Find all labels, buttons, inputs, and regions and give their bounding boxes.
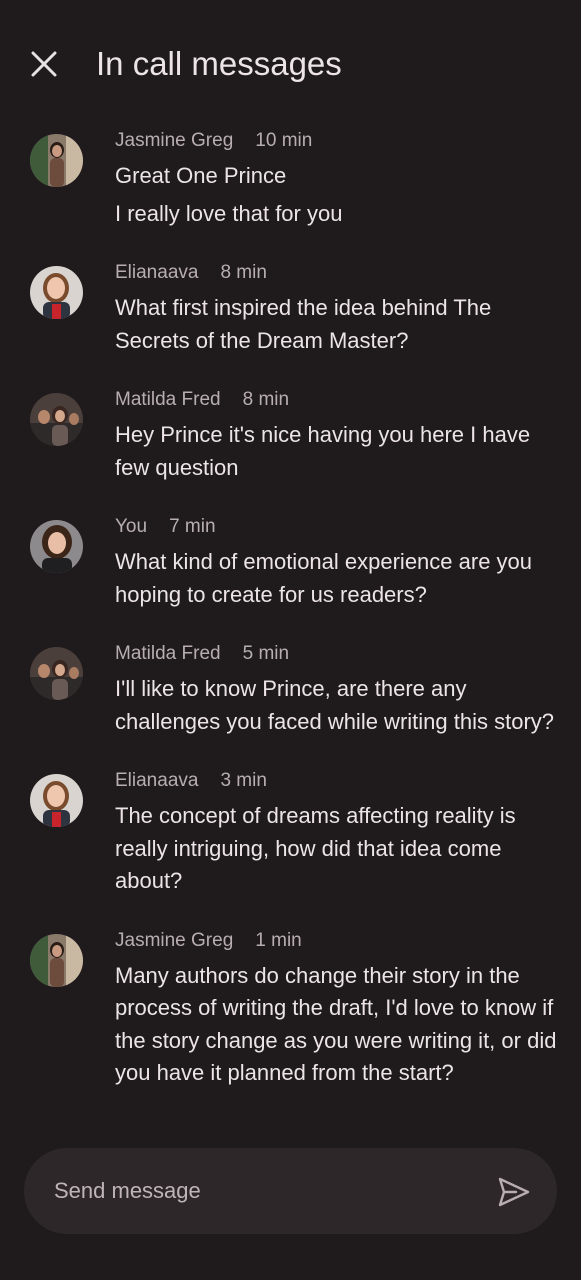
message-text: What first inspired the idea behind The …: [115, 295, 492, 353]
message-text: What kind of emotional experience are yo…: [115, 549, 533, 607]
message-time: 3 min: [220, 770, 267, 791]
avatar-jasmine-greg: [30, 134, 83, 187]
avatar-matilda-fred: [30, 393, 83, 446]
message-list[interactable]: Jasmine Greg 10 min Great One Prince I re…: [0, 128, 581, 1090]
message-item: Elianaava 8 min What first inspired the i…: [0, 260, 581, 357]
page-title: In call messages: [96, 45, 342, 82]
message-text: Great One Prince: [115, 163, 287, 188]
message-item: Jasmine Greg 1 min Many authors do change…: [0, 928, 581, 1090]
message-author: You: [115, 516, 148, 537]
message-meta: Jasmine Greg 10 min: [115, 128, 561, 154]
message-meta: Elianaava 3 min: [115, 768, 561, 794]
message-time: 5 min: [242, 643, 290, 664]
send-button[interactable]: [497, 1175, 531, 1209]
message-composer: [24, 1148, 557, 1234]
message-meta: Elianaava 8 min: [115, 260, 561, 286]
message-author: Matilda Fred: [115, 389, 221, 410]
message-meta: Matilda Fred 5 min: [115, 641, 561, 667]
message-time: 8 min: [220, 262, 267, 283]
avatar-elianaava: [30, 266, 83, 319]
message-item: Matilda Fred 8 min Hey Prince it's nice h…: [0, 387, 581, 484]
message-meta: Jasmine Greg 1 min: [115, 928, 561, 954]
message-text: Many authors do change their story in th…: [115, 962, 557, 1086]
message-text: Hey Prince it's nice having you here I h…: [115, 422, 531, 480]
close-button[interactable]: [24, 44, 64, 84]
message-item: Elianaava 3 min The concept of dreams aff…: [0, 768, 581, 898]
message-text: I really love that for you: [115, 200, 343, 226]
message-item: Jasmine Greg 10 min Great One Prince I re…: [0, 128, 581, 230]
message-item: Matilda Fred 5 min I'll like to know Prin…: [0, 641, 581, 738]
message-author: Elianaava: [115, 770, 199, 791]
message-text: The concept of dreams affecting reality …: [115, 803, 516, 893]
message-author: Jasmine Greg: [115, 929, 234, 951]
avatar-elianaava: [30, 774, 83, 827]
close-icon: [31, 51, 57, 77]
message-author: Jasmine Greg: [115, 130, 234, 151]
message-author: Elianaava: [115, 262, 199, 283]
avatar-matilda-fred: [30, 647, 83, 700]
message-time: 10 min: [255, 130, 313, 151]
message-time: 1 min: [255, 929, 302, 951]
send-icon: [498, 1177, 530, 1207]
message-meta: Matilda Fred 8 min: [115, 387, 561, 413]
header: In call messages: [0, 0, 581, 130]
message-time: 8 min: [242, 389, 290, 410]
send-message-input[interactable]: [54, 1148, 474, 1234]
avatar-you: [30, 520, 83, 573]
message-author: Matilda Fred: [115, 643, 221, 664]
message-item: You 7 min What kind of emotional experien…: [0, 514, 581, 611]
message-text: I'll like to know Prince, are there any …: [115, 676, 555, 734]
message-time: 7 min: [169, 516, 216, 537]
message-meta: You 7 min: [115, 514, 561, 540]
avatar-jasmine-greg: [30, 933, 83, 987]
